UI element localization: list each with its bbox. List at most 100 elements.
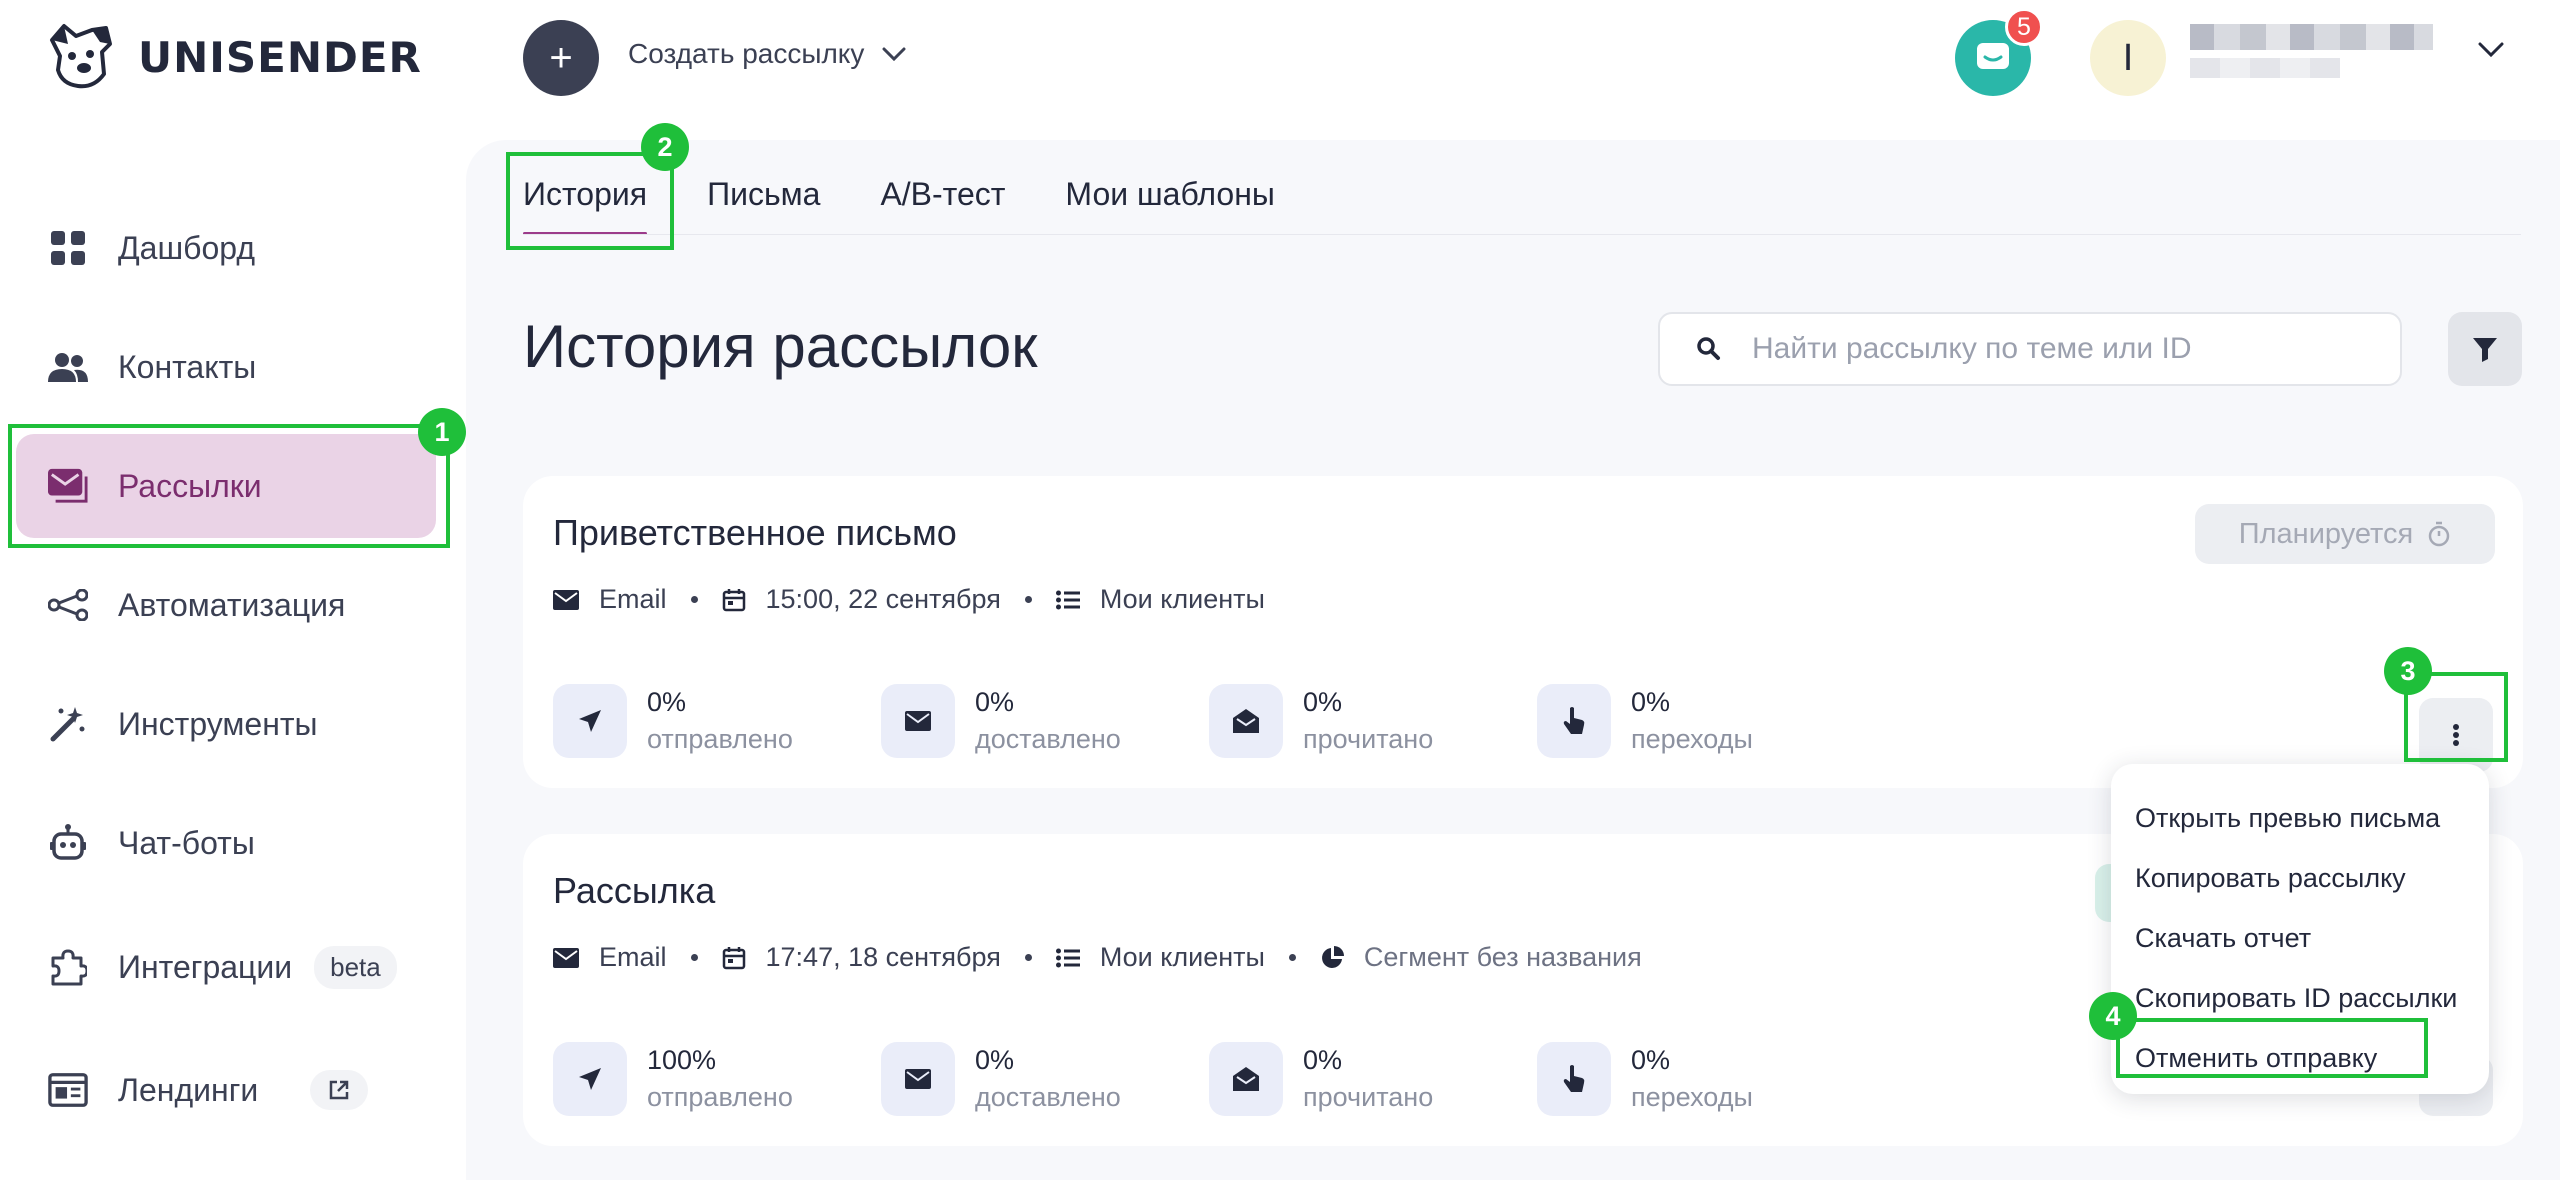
sidebar-item-label: Чат-боты bbox=[118, 824, 255, 861]
stat-clicks: 0% переходы bbox=[1537, 684, 1865, 758]
stat-read: 0% прочитано bbox=[1209, 1042, 1537, 1116]
create-campaign-button[interactable]: + bbox=[523, 20, 599, 96]
search-icon bbox=[1697, 337, 1720, 360]
user-email-blurred bbox=[2190, 58, 2340, 78]
search-box[interactable] bbox=[1658, 312, 2402, 386]
puzzle-icon bbox=[48, 947, 88, 987]
step-number-2: 2 bbox=[641, 123, 689, 171]
stat-label: отправлено bbox=[647, 1082, 793, 1112]
search-input[interactable] bbox=[1752, 332, 2352, 366]
tab-letters[interactable]: Письма bbox=[707, 176, 820, 235]
stat-label: переходы bbox=[1631, 724, 1753, 754]
stat-value: 0% bbox=[1303, 1045, 1343, 1075]
sidebar-item-automation[interactable]: Автоматизация bbox=[16, 553, 436, 657]
notification-badge: 5 bbox=[2005, 8, 2043, 46]
stat-sent: 100% отправлено bbox=[553, 1042, 881, 1116]
logo[interactable]: UNISENDER bbox=[44, 22, 422, 92]
step-number-3: 3 bbox=[2384, 647, 2432, 695]
step-number-1: 1 bbox=[418, 408, 466, 456]
logo-text: UNISENDER bbox=[138, 32, 422, 82]
calendar-icon bbox=[722, 946, 745, 969]
campaign-list: Мои клиенты bbox=[1099, 942, 1265, 972]
campaign-meta: Email 17:47, 18 сентября Мои клиенты Сег… bbox=[553, 942, 1642, 973]
tab-ab-test[interactable]: A/B-тест bbox=[880, 176, 1005, 235]
sidebar-item-chatbots[interactable]: Чат-боты bbox=[16, 791, 436, 895]
envelope-icon bbox=[881, 1042, 955, 1116]
stat-delivered: 0% доставлено bbox=[881, 1042, 1209, 1116]
envelope-icon bbox=[881, 684, 955, 758]
stat-value: 0% bbox=[1631, 1045, 1671, 1075]
calendar-icon bbox=[722, 588, 745, 611]
envelope-open-icon bbox=[1209, 1042, 1283, 1116]
sidebar-item-tools[interactable]: Инструменты bbox=[16, 672, 436, 776]
beta-badge: beta bbox=[314, 945, 397, 989]
separator-dot bbox=[690, 954, 698, 961]
stat-clicks: 0% переходы bbox=[1537, 1042, 1865, 1116]
automation-icon bbox=[48, 585, 88, 625]
sidebar-item-contacts[interactable]: Контакты bbox=[16, 315, 436, 419]
sidebar-item-label: Дашборд bbox=[118, 229, 255, 266]
sidebar-item-integrations[interactable]: Интеграции beta bbox=[16, 915, 436, 1019]
sidebar-item-label: Автоматизация bbox=[118, 586, 346, 623]
send-icon bbox=[553, 684, 627, 758]
avatar-initial: I bbox=[2122, 36, 2134, 79]
separator-dot bbox=[1288, 954, 1296, 961]
campaign-card[interactable]: Приветственное письмо Планируется Email … bbox=[523, 476, 2523, 788]
pointer-hand-icon bbox=[1537, 684, 1611, 758]
campaign-title: Рассылка bbox=[553, 870, 716, 911]
stat-label: переходы bbox=[1631, 1082, 1753, 1112]
envelope-icon bbox=[553, 589, 579, 610]
pointer-hand-icon bbox=[1537, 1042, 1611, 1116]
send-icon bbox=[553, 1042, 627, 1116]
tabs-divider bbox=[523, 234, 2521, 235]
stat-label: прочитано bbox=[1303, 724, 1434, 754]
sidebar-item-label: Лендинги bbox=[118, 1071, 259, 1108]
user-info-blurred[interactable] bbox=[2190, 24, 2433, 78]
stat-value: 0% bbox=[647, 687, 687, 717]
dashboard-icon bbox=[48, 228, 88, 268]
stat-label: доставлено bbox=[975, 1082, 1121, 1112]
campaign-channel: Email bbox=[599, 942, 667, 972]
stat-label: доставлено bbox=[975, 724, 1121, 754]
campaign-datetime: 17:47, 18 сентября bbox=[765, 942, 1001, 972]
campaign-segment: Сегмент без названия bbox=[1363, 942, 1642, 972]
separator-dot bbox=[1024, 954, 1032, 961]
sidebar-item-landings[interactable]: Лендинги bbox=[16, 1038, 436, 1142]
tab-my-templates[interactable]: Мои шаблоны bbox=[1065, 176, 1274, 235]
envelope-open-icon bbox=[1209, 684, 1283, 758]
stat-value: 100% bbox=[647, 1045, 717, 1075]
menu-item-open-preview[interactable]: Открыть превью письма bbox=[2111, 788, 2489, 848]
stat-value: 0% bbox=[1631, 687, 1671, 717]
user-name-blurred bbox=[2190, 24, 2433, 50]
magic-wand-icon bbox=[48, 704, 88, 744]
campaign-stats: 100% отправлено 0% доставлено 0% прочитано … bbox=[553, 1042, 1865, 1116]
separator-dot bbox=[1024, 596, 1032, 603]
landing-page-icon bbox=[48, 1070, 88, 1110]
menu-item-copy-campaign[interactable]: Копировать рассылку bbox=[2111, 848, 2489, 908]
user-menu-chevron-icon[interactable] bbox=[2478, 42, 2504, 58]
envelope-icon bbox=[553, 947, 579, 968]
stat-label: отправлено bbox=[647, 724, 793, 754]
list-icon bbox=[1055, 590, 1080, 609]
create-campaign-dropdown[interactable]: Создать рассылку bbox=[628, 38, 906, 70]
user-avatar[interactable]: I bbox=[2090, 20, 2166, 96]
sidebar-item-label: Интеграции bbox=[118, 948, 293, 985]
filter-button[interactable] bbox=[2448, 312, 2522, 386]
step-number-4: 4 bbox=[2089, 992, 2137, 1040]
sidebar-item-label: Контакты bbox=[118, 348, 257, 385]
sidebar-item-dashboard[interactable]: Дашборд bbox=[16, 196, 436, 300]
chat-icon bbox=[1977, 43, 2009, 69]
sidebar-item-label: Инструменты bbox=[118, 705, 318, 742]
plus-icon: + bbox=[549, 35, 573, 80]
external-link-icon[interactable] bbox=[310, 1070, 369, 1110]
campaign-meta: Email 15:00, 22 сентября Мои клиенты bbox=[553, 584, 1265, 615]
menu-item-download-report[interactable]: Скачать отчет bbox=[2111, 908, 2489, 968]
separator-dot bbox=[690, 596, 698, 603]
status-label: Планируется bbox=[2238, 517, 2414, 550]
stat-read: 0% прочитано bbox=[1209, 684, 1537, 758]
stat-sent: 0% отправлено bbox=[553, 684, 881, 758]
segment-pie-icon bbox=[1321, 945, 1344, 968]
stat-value: 0% bbox=[975, 687, 1015, 717]
campaign-channel: Email bbox=[599, 584, 667, 614]
dog-logo-icon bbox=[50, 24, 112, 89]
